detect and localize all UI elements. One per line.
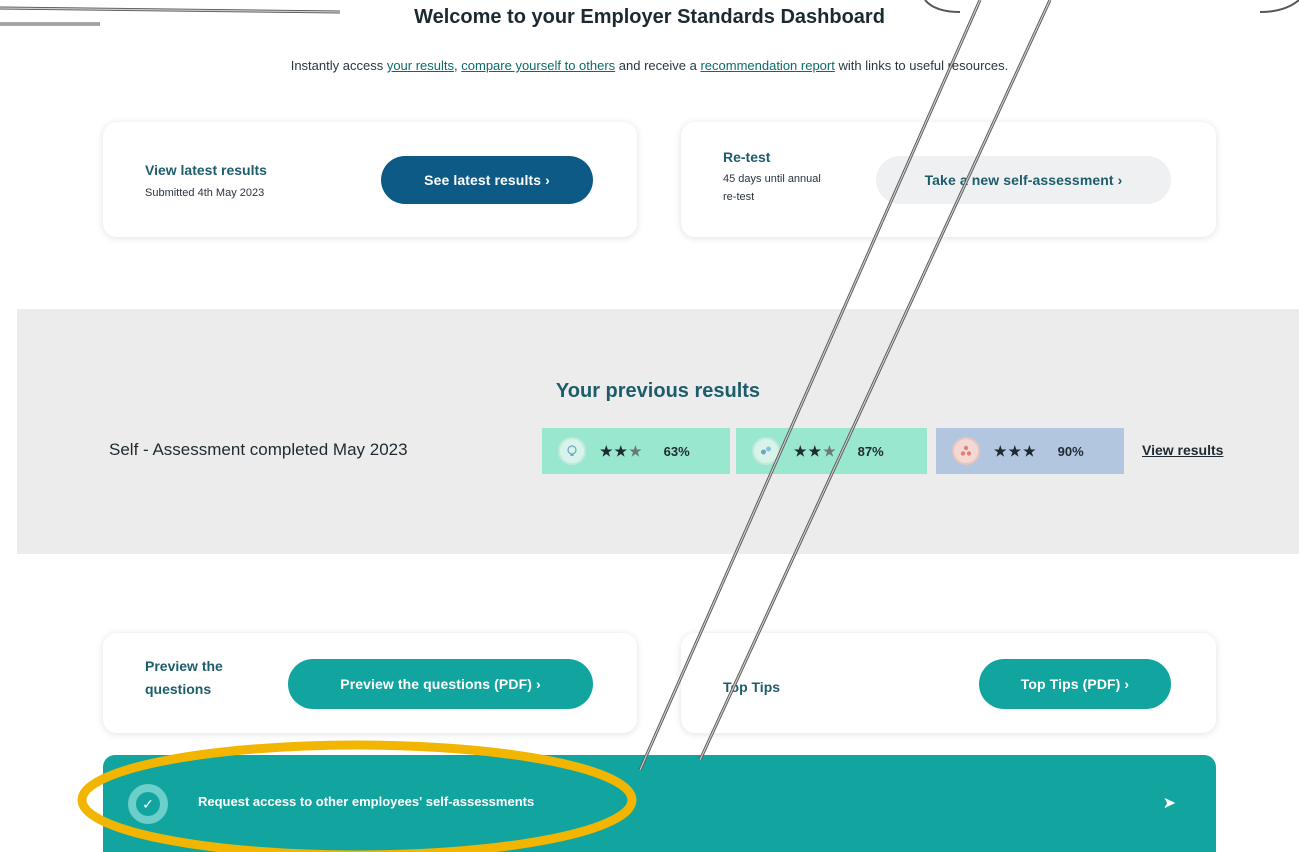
top-tips-label: Top Tips	[723, 679, 781, 695]
submitted-date: Submitted 4th May 2023	[145, 187, 265, 199]
score-percent: 63%	[663, 443, 690, 459]
people-icon	[752, 437, 780, 465]
bulb-icon	[558, 437, 586, 465]
page-title: Welcome to your Employer Standards Dashb…	[414, 6, 885, 28]
score-badge: ★★★ 87%	[736, 428, 927, 474]
preview-questions-button[interactable]: Preview the questions (PDF) ›	[288, 659, 593, 709]
send-icon[interactable]: ➤	[1163, 793, 1176, 813]
star-rating: ★★★	[794, 442, 838, 459]
request-access-text[interactable]: Request access to other employees' self-…	[198, 794, 534, 809]
previous-results-title: Your previous results	[555, 380, 761, 402]
request-access-bar[interactable]: ✓ Request access to other employees' sel…	[103, 755, 1216, 852]
star-rating: ★★★	[994, 442, 1038, 459]
retest-card: Re-test 45 days until annual re-test Tak…	[681, 122, 1216, 237]
retest-label: Re-test	[723, 149, 771, 165]
retest-days-line1: 45 days until annual	[723, 173, 821, 185]
top-tips-button[interactable]: Top Tips (PDF) ›	[979, 659, 1171, 709]
latest-results-label: View latest results	[145, 162, 267, 178]
previous-results-section: Your previous results Self - Assessment …	[17, 309, 1299, 554]
your-results-link[interactable]: your results	[387, 58, 454, 73]
view-results-link[interactable]: View results	[1142, 442, 1223, 458]
see-latest-results-button[interactable]: See latest results ›	[381, 156, 593, 204]
recommendation-report-link[interactable]: recommendation report	[700, 58, 834, 73]
score-percent: 87%	[857, 443, 884, 459]
score-badge: ★★★ 90%	[936, 428, 1124, 474]
assessment-label: Self - Assessment completed May 2023	[109, 440, 408, 459]
take-new-assessment-button[interactable]: Take a new self-assessment ›	[876, 156, 1171, 204]
check-circle-icon: ✓	[128, 784, 168, 824]
compare-link[interactable]: compare yourself to others	[461, 58, 615, 73]
latest-results-card: View latest results Submitted 4th May 20…	[103, 122, 637, 237]
star-rating: ★★★	[600, 442, 644, 459]
preview-label-line2: questions	[145, 681, 212, 697]
score-badge: ★★★ 63%	[542, 428, 730, 474]
top-tips-card: Top Tips Top Tips (PDF) ›	[681, 633, 1216, 733]
network-icon	[952, 437, 980, 465]
intro-text: Instantly access your results, compare y…	[290, 58, 1009, 73]
retest-days-line2: re-test	[723, 191, 755, 203]
preview-questions-card: Preview the questions Preview the questi…	[103, 633, 637, 733]
preview-label-line1: Preview the	[145, 658, 223, 674]
score-percent: 90%	[1057, 443, 1084, 459]
